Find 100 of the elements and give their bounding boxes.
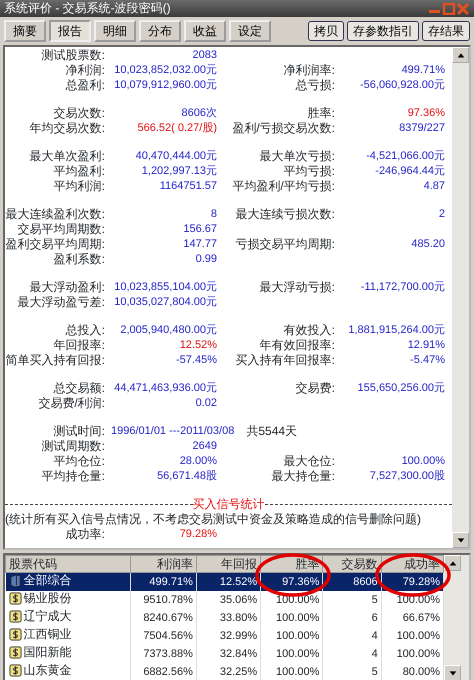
- book-icon: [8, 574, 22, 587]
- table-cell: 80.00%: [402, 666, 440, 678]
- table-cell: 33.80%: [220, 612, 258, 624]
- stat-value: -4,521,066.00元: [365, 149, 445, 164]
- stat-label: 交易费:: [294, 381, 335, 396]
- table-row[interactable]: 国阳新能 7373.88% 32.84% 100.00% 4 100.00%: [6, 645, 444, 663]
- stat-label: 年均交易次数:: [28, 121, 105, 136]
- stat-label: 交易费/利润:: [37, 396, 105, 411]
- stat-value: -57.45%: [175, 353, 217, 368]
- close-icon[interactable]: [456, 2, 470, 14]
- table-cell: 9510.78%: [143, 594, 193, 606]
- tab[interactable]: 分布: [139, 20, 181, 42]
- stock-name: 国阳新能: [24, 645, 72, 660]
- tab[interactable]: 收益: [184, 20, 226, 42]
- stat-label: 最大浮动盈利:: [28, 280, 105, 295]
- stat-value: 0.99: [194, 252, 217, 267]
- tab[interactable]: 设定: [229, 20, 271, 42]
- column-header[interactable]: 年回报: [196, 556, 261, 572]
- stat-value: 499.71%: [400, 63, 445, 78]
- stat-value: -246,964.44元: [374, 164, 445, 179]
- scrollbar[interactable]: [444, 555, 469, 680]
- stat-value: 147.77: [182, 237, 217, 252]
- stat-value: -5.47%: [409, 353, 445, 368]
- table-row[interactable]: 江西铜业 7504.56% 32.99% 100.00% 4 100.00%: [6, 627, 444, 645]
- stat-label: 平均盈利/平均亏损:: [231, 179, 335, 194]
- stat-label: 买入持有年回报率:: [234, 353, 335, 368]
- dollar-icon: [8, 664, 22, 677]
- toolbar-button[interactable]: 存结果: [422, 21, 470, 41]
- stat-value: 0.02: [194, 396, 217, 411]
- table-cell: 66.67%: [402, 612, 440, 624]
- table-row[interactable]: 全部综合 499.71% 12.52% 97.36% 8606 79.28%: [6, 572, 444, 591]
- stat-label: 测试周期数:: [40, 439, 105, 454]
- table-cell: 12.52%: [220, 576, 258, 588]
- stat-label: 最大单次亏损:: [258, 149, 335, 164]
- table-row[interactable]: 辽宁成大 8240.67% 33.80% 100.00% 6 66.67%: [6, 609, 444, 627]
- stat-note: 共5544天: [246, 424, 298, 439]
- stat-label: 成功率:: [64, 527, 105, 542]
- table-cell: 32.99%: [220, 630, 258, 642]
- stat-value: 155,650,256.00元: [356, 381, 445, 396]
- toolbar-button[interactable]: 拷贝: [308, 21, 344, 41]
- stat-label: 盈利交易平均周期:: [5, 237, 105, 252]
- table-cell: 100.00%: [276, 648, 320, 660]
- tab[interactable]: 明细: [94, 20, 136, 42]
- stat-value: 566.52( 0.27/股): [136, 121, 217, 136]
- column-header[interactable]: 股票代码: [6, 556, 130, 572]
- stat-value: 10,035,027,804.00元: [113, 295, 217, 310]
- stat-value: 44,471,463,936.00元: [113, 381, 217, 396]
- stat-value: 1,202,997.13元: [140, 164, 217, 179]
- stat-label: 测试股票数:: [40, 48, 105, 63]
- table-cell: 4: [372, 648, 378, 660]
- tab[interactable]: 报告: [49, 20, 91, 42]
- stock-name: 山东黄金: [24, 663, 72, 678]
- dollar-icon: [8, 610, 22, 623]
- window-title: 系统评价 - 交易系统-波段密码(): [4, 1, 172, 16]
- stat-value: 2,005,940,480.00元: [119, 323, 217, 338]
- stat-value: -56,060,928.00元: [358, 78, 445, 93]
- table-cell: 97.36%: [282, 576, 320, 588]
- table-cell: 7373.88%: [143, 648, 193, 660]
- stat-label: 有效投入:: [282, 323, 335, 338]
- stat-label: 净利润率:: [282, 63, 335, 78]
- stat-label: 盈利系数:: [52, 252, 105, 267]
- toolbar-button[interactable]: 存参数指引: [347, 21, 419, 41]
- stat-value: 4.87: [422, 179, 445, 194]
- stat-label: 年回报率:: [52, 338, 105, 353]
- stat-label: 总投入:: [64, 323, 105, 338]
- table-cell: 5: [372, 666, 378, 678]
- stat-label: 亏损交易平均周期:: [234, 237, 335, 252]
- scrollbar[interactable]: [452, 47, 469, 548]
- stat-label: 年有效回报率:: [258, 338, 335, 353]
- stat-label: 简单买入持有回报:: [5, 353, 105, 368]
- stat-value: 8379/227: [398, 121, 445, 136]
- stat-value: 97.36%: [406, 106, 445, 121]
- stat-label: 平均仓位:: [52, 454, 105, 469]
- table-row[interactable]: 山东黄金 6882.56% 32.25% 100.00% 5 80.00%: [6, 663, 444, 680]
- stat-label: 平均持仓量:: [40, 469, 105, 484]
- stat-value: 7,527,300.00股: [368, 469, 445, 484]
- stat-label: 最大单次盈利:: [28, 149, 105, 164]
- maximize-icon[interactable]: [442, 2, 456, 14]
- stock-name: 江西铜业: [24, 627, 72, 642]
- stat-label: 交易次数:: [52, 106, 105, 121]
- stat-value: 10,079,912,960.00元: [113, 78, 217, 93]
- stat-value: 2649: [192, 439, 217, 454]
- stat-value: 485.20: [410, 237, 445, 252]
- stat-value: 100.00%: [400, 454, 445, 469]
- tab[interactable]: 摘要: [4, 20, 46, 42]
- column-header[interactable]: 利润率: [130, 556, 196, 572]
- stat-label: 最大仓位:: [282, 454, 335, 469]
- stat-label: 盈利/亏损交易次数:: [231, 121, 335, 136]
- stat-value: 28.00%: [178, 454, 217, 469]
- stat-value: -11,172,700.00元: [360, 280, 445, 295]
- table-cell: 6: [372, 612, 378, 624]
- stock-name: 全部综合: [24, 573, 72, 588]
- column-header[interactable]: 交易数: [322, 556, 382, 572]
- table-cell: 100.00%: [276, 630, 320, 642]
- stock-name: 辽宁成大: [24, 609, 72, 624]
- stat-label: 总交易额:: [52, 381, 105, 396]
- table-cell: 8240.67%: [143, 612, 193, 624]
- stat-value: 2: [438, 207, 445, 222]
- stat-label: 胜率:: [306, 106, 335, 121]
- stat-value: 1996/01/01 ---2011/03/08: [111, 424, 234, 439]
